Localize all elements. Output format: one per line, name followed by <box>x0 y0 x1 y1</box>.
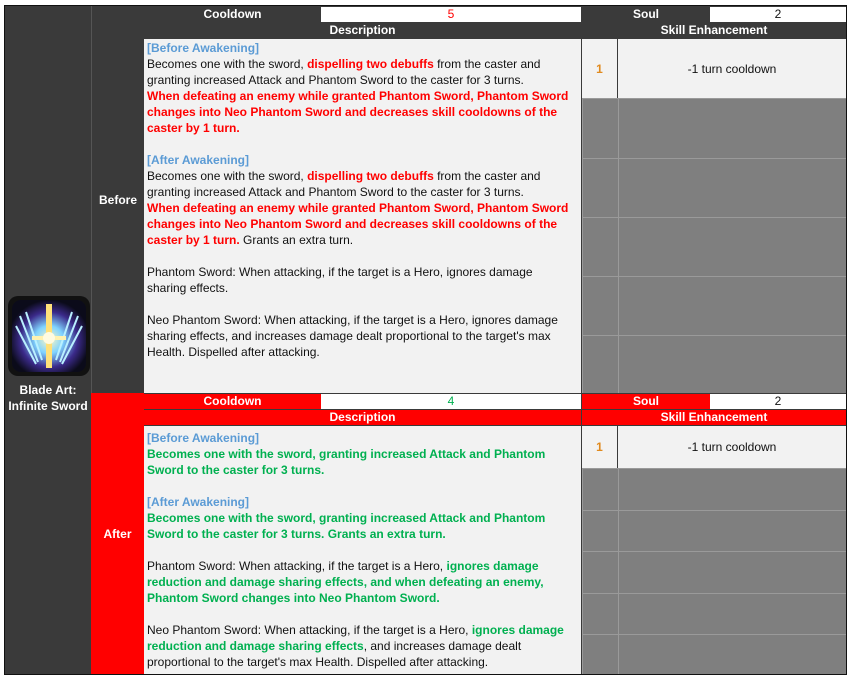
after-b-line1: Becomes one with the sword, granting inc… <box>147 447 546 461</box>
after-enh-empty-cell <box>618 634 846 674</box>
after-enh-empty-cell <box>582 593 618 634</box>
after-a-line1: Becomes one with the sword, granting inc… <box>147 511 546 525</box>
after-enh-empty-cell <box>618 551 846 593</box>
after-cooldown-header: Cooldown <box>144 394 321 409</box>
after-enh-empty-cell <box>582 468 618 510</box>
before-b-line3: When defeating an enemy while granted Ph… <box>147 89 569 103</box>
before-neo-line2: sharing effects, and increases damage de… <box>147 329 551 343</box>
before-enh-empty-cell <box>618 276 846 335</box>
after-enh-empty-cell <box>618 468 846 510</box>
after-enh-empty-cell <box>582 510 618 551</box>
after-neo-line1: Neo Phantom Sword: When attacking, if th… <box>147 623 564 637</box>
before-enh-empty-cell <box>582 158 618 217</box>
before-enhancement-header: Skill Enhancement <box>582 23 846 38</box>
after-phantom-line1: Phantom Sword: When attacking, if the ta… <box>147 559 539 573</box>
before-b-line5: caster by 1 turn. <box>147 121 240 135</box>
after-soul-value: 2 <box>710 394 846 409</box>
before-enh-empty-cell <box>618 217 846 276</box>
after-soul-header: Soul <box>582 394 710 409</box>
after-b-line2: Sword to the caster for 3 turns. <box>147 463 325 477</box>
after-enh-empty-cell <box>618 510 846 551</box>
skill-name-line1: Blade Art: <box>19 383 77 397</box>
after-phantom-line3: Phantom Sword changes into Neo Phantom S… <box>147 591 440 605</box>
before-description-header: Description <box>144 23 581 38</box>
skill-name: Blade Art: Infinite Sword <box>5 382 91 414</box>
after-b-title: [Before Awakening] <box>147 431 260 445</box>
after-a-line2: Sword to the caster for 3 turns. Grants … <box>147 527 446 541</box>
before-enh-empty-cell <box>618 335 846 393</box>
before-enh-empty-cell <box>582 98 618 158</box>
before-phantom-line2: sharing effects. <box>147 281 229 295</box>
before-enh-empty-cell <box>618 158 846 217</box>
before-neo-line3: Health. Dispelled after attacking. <box>147 345 320 359</box>
before-cooldown-value: 5 <box>321 7 581 22</box>
before-label: Before <box>98 192 137 207</box>
before-a-line5: caster by 1 turn. Grants an extra turn. <box>147 233 354 247</box>
after-neo-line3: proportional to the target's max Health.… <box>147 655 489 669</box>
before-soul-header: Soul <box>582 7 710 22</box>
before-enh-empty-cell <box>618 98 846 158</box>
after-description: [Before Awakening] Becomes one with the … <box>144 426 581 674</box>
before-label-cell: Before <box>91 6 144 393</box>
before-b-line4: changes into Neo Phantom Sword and decre… <box>147 105 558 119</box>
before-b-line2: granting increased Attack and Phantom Sw… <box>147 73 524 87</box>
sword-wings-icon <box>8 296 90 376</box>
after-enh-empty-cell <box>582 634 618 674</box>
before-a-title: [After Awakening] <box>147 153 250 167</box>
after-enh-level: 1 <box>582 426 617 468</box>
before-enh-text: -1 turn cooldown <box>618 39 846 98</box>
after-cooldown-value: 4 <box>321 394 581 409</box>
before-enh-level: 1 <box>582 39 617 98</box>
before-enh-empty-cell <box>582 335 618 393</box>
after-enh-empty-cell <box>582 551 618 593</box>
after-enhancement-header: Skill Enhancement <box>582 410 846 425</box>
before-a-line1: Becomes one with the sword, dispelling t… <box>147 169 541 183</box>
before-a-line2: granting increased Attack and Phantom Sw… <box>147 185 524 199</box>
after-a-title: [After Awakening] <box>147 495 250 509</box>
before-neo-line1: Neo Phantom Sword: When attacking, if th… <box>147 313 558 327</box>
before-a-line4: changes into Neo Phantom Sword and decre… <box>147 217 558 231</box>
before-enh-empty-cell <box>582 217 618 276</box>
after-phantom-line2: reduction and damage sharing effects, an… <box>147 575 544 589</box>
before-b-line1: Becomes one with the sword, dispelling t… <box>147 57 541 71</box>
after-label-cell: After <box>91 393 144 674</box>
before-soul-value: 2 <box>710 7 846 22</box>
after-label: After <box>103 526 132 541</box>
skill-name-line2: Infinite Sword <box>8 399 88 413</box>
before-cooldown-header: Cooldown <box>144 7 321 22</box>
after-neo-line2: reduction and damage sharing effects, an… <box>147 639 522 653</box>
before-description: [Before Awakening] Becomes one with the … <box>144 39 581 393</box>
before-phantom-line1: Phantom Sword: When attacking, if the ta… <box>147 265 533 279</box>
after-enh-empty-cell <box>618 593 846 634</box>
before-b-title: [Before Awakening] <box>147 41 260 55</box>
after-enh-text: -1 turn cooldown <box>618 426 846 468</box>
before-a-line3: When defeating an enemy while granted Ph… <box>147 201 569 215</box>
after-description-header: Description <box>144 410 581 425</box>
before-enh-empty-cell <box>582 276 618 335</box>
